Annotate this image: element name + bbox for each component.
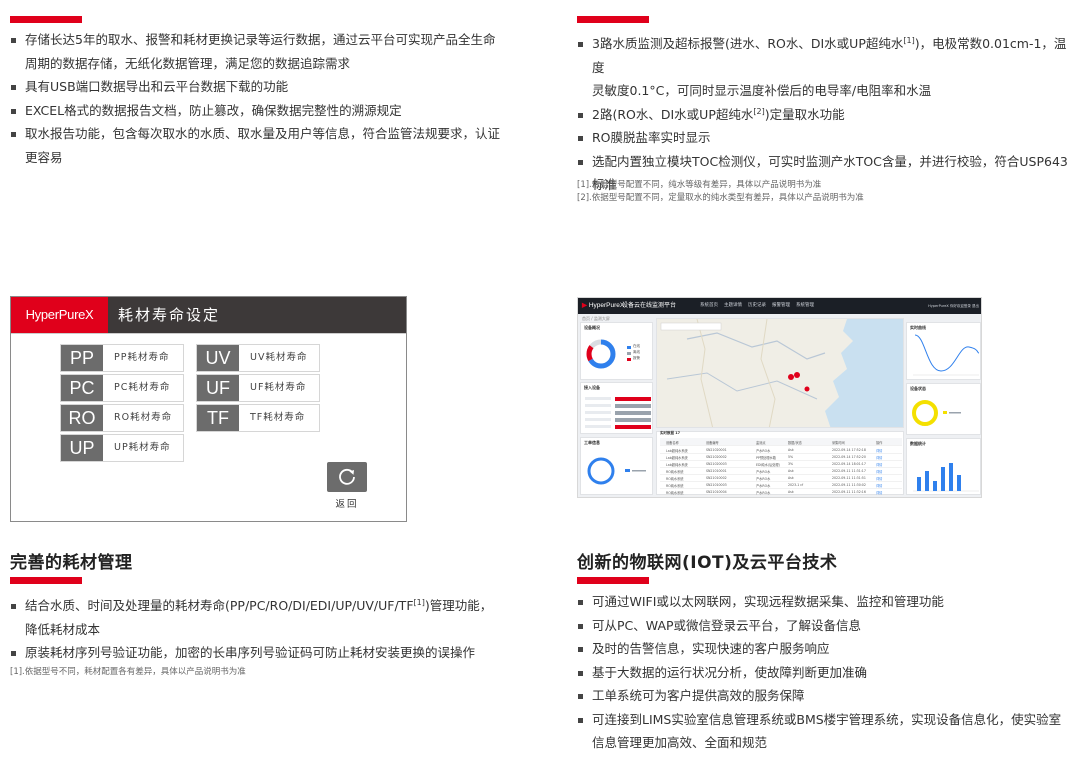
list-item: 2路(RO水、DI水或UP超纯水[2])定量取水功能 (577, 103, 1072, 127)
accent-bar-iot (577, 577, 649, 584)
table-row[interactable]: RO纯水系统 SN21010004 产水RO水 Ask 2022-09-11 11:32… (660, 488, 902, 496)
map-marker-icon (804, 386, 810, 392)
panel-body: PP PP耗材寿命 PC PC耗材寿命 RO RO耗材寿命 UP UP耗材寿命 … (11, 333, 406, 521)
device-status-card: 设备状态 (906, 383, 981, 435)
panel-header: HyperPureX 耗材寿命设定 (11, 297, 406, 333)
work-order-card: 工单信息 (580, 437, 653, 495)
iot-list: 可通过WIFI或以太网联网，实现远程数据采集、监控和管理功能 可从PC、WAP或… (577, 590, 1072, 755)
list-item: 可从PC、WAP或微信登录云平台，了解设备信息 (577, 614, 1072, 638)
list-item: EXCEL格式的数据报告文档，防止篡改，确保数据完整性的溯源规定 (10, 99, 530, 123)
data-stat-card: 数据统计 (906, 438, 981, 495)
footnote: [1].依据型号配置不同，纯水等级有差异，具体以产品说明书为准 [2].依据型号… (577, 180, 864, 203)
brand-logo: ▶ HyperPureX (582, 302, 625, 309)
accent-bar-top-left (10, 16, 82, 23)
dashboard-topbar: ▶ HyperPureX 设备云在线监测平台 系统首页 主题详情 历史记录 报警… (578, 298, 981, 314)
nav-item[interactable]: 历史记录 (748, 298, 766, 314)
stat-bars (913, 463, 979, 492)
consumable-button-up[interactable]: UP UP耗材寿命 (60, 434, 184, 462)
list-item: 基于大数据的运行状况分析，使故障判断更加准确 (577, 661, 1072, 685)
list-item: 可通过WIFI或以太网联网，实现远程数据采集、监控和管理功能 (577, 590, 1072, 614)
consumable-life-panel: HyperPureX 耗材寿命设定 PP PP耗材寿命 PC PC耗材寿命 RO… (10, 296, 407, 522)
consumable-button-tf[interactable]: TF TF耗材寿命 (196, 404, 320, 432)
map-marker-icon (788, 374, 794, 380)
water-quality-list: 3路水质监测及超标报警(进水、RO水、DI水或UP超纯水[1])，电极常数0.0… (577, 32, 1072, 197)
consumable-button-ro[interactable]: RO RO耗材寿命 (60, 404, 184, 432)
list-item: 存储长达5年的取水、报警和耗材更换记录等运行数据，通过云平台可实现产品全生命 周期… (10, 28, 530, 75)
table-header: 设备名称 设备编号 监测点 数据/状态 采集时间 操作 (660, 438, 902, 446)
consumable-button-uf[interactable]: UF UF耗材寿命 (196, 374, 320, 402)
trend-curve (913, 334, 980, 376)
list-item: 结合水质、时间及处理量的耗材寿命(PP/PC/RO/DI/EDI/UP/UV/U… (10, 594, 550, 641)
list-item: 及时的告警信息，实现快速的客户服务响应 (577, 637, 1072, 661)
iot-heading: 创新的物联网(IOT)及云平台技术 (577, 553, 838, 573)
nav-item[interactable]: 主题详情 (724, 298, 742, 314)
list-item: 工单系统可为客户提供高效的服务保障 (577, 684, 1072, 708)
consumables-heading: 完善的耗材管理 (10, 553, 133, 573)
nav-item[interactable]: 报警管理 (772, 298, 790, 314)
device-list-card: 接入设备 (580, 382, 653, 434)
accent-bar-consumables (10, 577, 82, 584)
consumable-button-uv[interactable]: UV UV耗材寿命 (196, 344, 320, 372)
consumable-button-pc[interactable]: PC PC耗材寿命 (60, 374, 184, 402)
consumable-button-pp[interactable]: PP PP耗材寿命 (60, 344, 184, 372)
footnote: [1].依据型号不同，耗材配置各有差异，具体以产品说明书为准 (10, 667, 246, 677)
dashboard-title: 设备云在线监测平台 (622, 302, 677, 309)
return-label: 返回 (335, 499, 359, 510)
nav-item[interactable]: 系统管理 (796, 298, 814, 314)
trend-curve-card: 实时曲线 (906, 322, 981, 380)
refresh-icon (339, 468, 355, 485)
consumables-list: 结合水质、时间及处理量的耗材寿命(PP/PC/RO/DI/EDI/UP/UV/U… (10, 594, 550, 665)
device-location-map[interactable] (656, 318, 904, 428)
list-item: 具有USB端口数据导出和云平台数据下载的功能 (10, 75, 530, 99)
panel-title: 耗材寿命设定 (118, 306, 221, 324)
user-info[interactable]: HyperPureX 你好欢迎登录 退出 (928, 298, 979, 314)
brand-logo: HyperPureX (11, 297, 108, 333)
device-donut (586, 339, 631, 369)
iot-dashboard-screenshot: ▶ HyperPureX 设备云在线监测平台 系统首页 主题详情 历史记录 报警… (577, 297, 982, 498)
map-graphic (657, 319, 853, 427)
list-item: RO膜脱盐率实时显示 (577, 126, 1072, 150)
return-button[interactable] (327, 462, 367, 492)
list-item: 取水报告功能，包含每次取水的水质、取水量及用户等信息，符合监管法规要求，认证 更容… (10, 122, 530, 169)
accent-bar-top-right (577, 16, 649, 23)
map-marker-icon (794, 372, 800, 378)
list-item: 3路水质监测及超标报警(进水、RO水、DI水或UP超纯水[1])，电极常数0.0… (577, 32, 1072, 103)
work-order-ring (587, 457, 646, 485)
list-item: 可连接到LIMS实验室信息管理系统或BMS楼宇管理系统，实现设备信息化，使实验室… (577, 708, 1072, 755)
realtime-data-table: 实时数据 17 设备名称 设备编号 监测点 数据/状态 采集时间 操作 Lab超… (656, 431, 904, 496)
list-item: 原装耗材序列号验证功能，加密的长串序列号验证码可防止耗材安装更换的误操作 (10, 641, 550, 665)
nav-item[interactable]: 系统首页 (700, 298, 718, 314)
data-management-list: 存储长达5年的取水、报警和耗材更换记录等运行数据，通过云平台可实现产品全生命 周期… (10, 28, 530, 169)
device-bars (585, 397, 651, 429)
status-ring (912, 400, 961, 426)
device-overview-card: 设备概况 在线 离线 报警 (580, 322, 653, 380)
